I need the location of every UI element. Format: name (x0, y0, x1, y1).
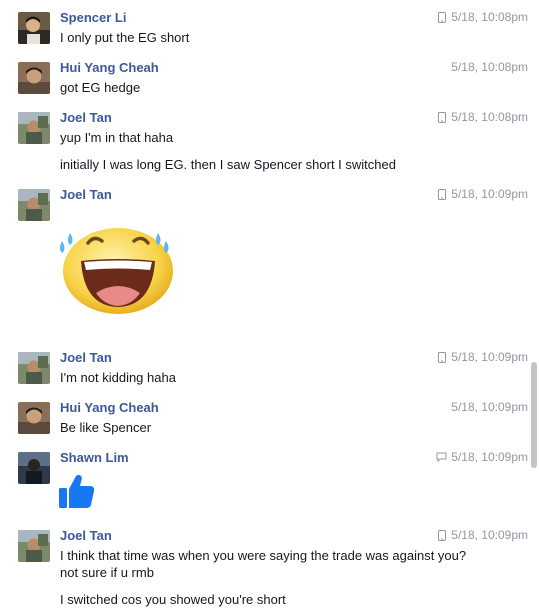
sender-name[interactable]: Hui Yang Cheah (60, 60, 159, 75)
timestamp-text: 5/18, 10:09pm (451, 450, 528, 464)
avatar[interactable] (18, 402, 50, 434)
laughing-tears-sticker[interactable] (54, 221, 182, 322)
timestamp-text: 5/18, 10:08pm (451, 10, 528, 24)
chat-bubble-icon (436, 451, 447, 463)
avatar[interactable] (18, 530, 50, 562)
message-text: I switched cos you showed you're short (60, 592, 286, 607)
thumbs-up-like[interactable] (58, 472, 96, 515)
message-text: I only put the EG short (60, 30, 190, 45)
message-text: yup I'm in that haha (60, 130, 174, 145)
message-group: Joel Tan 5/18, 10:09pm I think that time… (0, 528, 528, 614)
mobile-icon (436, 111, 447, 123)
mobile-icon (436, 351, 447, 363)
sender-name[interactable]: Hui Yang Cheah (60, 400, 159, 415)
message-text: I'm not kidding haha (60, 370, 176, 385)
timestamp-text: 5/18, 10:08pm (451, 60, 528, 74)
message-text: not sure if u rmb (60, 565, 154, 580)
message-group: Spencer Li 5/18, 10:08pm I only put the … (0, 10, 528, 52)
sender-name[interactable]: Joel Tan (60, 528, 112, 543)
timestamp: 5/18, 10:09pm (436, 450, 528, 464)
timestamp-text: 5/18, 10:09pm (451, 350, 528, 364)
timestamp: 5/18, 10:09pm (436, 187, 528, 201)
sender-name[interactable]: Joel Tan (60, 187, 112, 202)
message-text: Be like Spencer (60, 420, 152, 435)
avatar[interactable] (18, 12, 50, 44)
message-group: Joel Tan 5/18, 10:09pm (0, 187, 528, 329)
message-thread: Spencer Li 5/18, 10:08pm I only put the … (0, 0, 528, 614)
timestamp: 5/18, 10:08pm (451, 60, 528, 74)
sender-name[interactable]: Shawn Lim (60, 450, 129, 465)
message-group: Joel Tan 5/18, 10:09pm I'm not kidding h… (0, 350, 528, 392)
timestamp-text: 5/18, 10:09pm (451, 187, 528, 201)
message-group: Hui Yang Cheah 5/18, 10:09pm Be like Spe… (0, 400, 528, 442)
message-text: got EG hedge (60, 80, 141, 95)
message-group: Joel Tan 5/18, 10:08pm yup I'm in that h… (0, 110, 528, 176)
avatar[interactable] (18, 452, 50, 484)
mobile-icon (436, 529, 447, 541)
scrollbar-thumb[interactable] (531, 362, 537, 468)
sender-name[interactable]: Joel Tan (60, 110, 112, 125)
timestamp-text: 5/18, 10:09pm (451, 400, 528, 414)
timestamp-text: 5/18, 10:08pm (451, 110, 528, 124)
mobile-icon (436, 188, 447, 200)
message-group: Shawn Lim 5/18, 10:09pm (0, 450, 528, 516)
message-text: I think that time was when you were sayi… (60, 548, 467, 563)
timestamp: 5/18, 10:09pm (436, 528, 528, 542)
timestamp-text: 5/18, 10:09pm (451, 528, 528, 542)
avatar[interactable] (18, 189, 50, 221)
timestamp: 5/18, 10:09pm (451, 400, 528, 414)
timestamp: 5/18, 10:08pm (436, 110, 528, 124)
timestamp: 5/18, 10:09pm (436, 350, 528, 364)
avatar[interactable] (18, 352, 50, 384)
message-group: Hui Yang Cheah 5/18, 10:08pm got EG hedg… (0, 60, 528, 102)
avatar[interactable] (18, 62, 50, 94)
message-text: initially I was long EG. then I saw Spen… (60, 157, 396, 172)
avatar[interactable] (18, 112, 50, 144)
sender-name[interactable]: Spencer Li (60, 10, 126, 25)
timestamp: 5/18, 10:08pm (436, 10, 528, 24)
mobile-icon (436, 11, 447, 23)
sender-name[interactable]: Joel Tan (60, 350, 112, 365)
